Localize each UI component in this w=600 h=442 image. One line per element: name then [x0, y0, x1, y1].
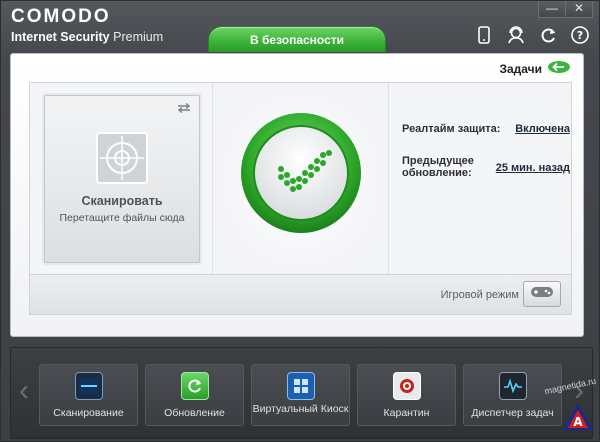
- game-mode-label: Игровой режим: [440, 289, 519, 301]
- task-manager-icon: [498, 372, 527, 400]
- secure-check-icon: [237, 109, 365, 242]
- watermark-logo-icon: A: [561, 402, 595, 437]
- realtime-label: Реалтайм защита:: [402, 123, 501, 135]
- main-panel: Задачи Сканировать Перетащите файлы сюда…: [10, 53, 584, 337]
- comodo-logo: COMODO: [11, 6, 111, 27]
- product-name-edition: Premium: [113, 30, 164, 44]
- task-dock: ‹ Сканирование Обновление Виртуальный Ки…: [10, 347, 593, 439]
- phone-icon[interactable]: [473, 24, 495, 46]
- dock-tile-label: Карантин: [383, 407, 430, 419]
- brand: COMODO Internet Security Premium: [11, 7, 163, 45]
- close-button[interactable]: ✕: [565, 1, 593, 18]
- app-window: COMODO Internet Security Premium — ✕ ? В…: [0, 0, 600, 442]
- dock-tile-label: Обновление: [164, 407, 225, 419]
- top-toolbar: ?: [473, 24, 591, 46]
- last-update-row: Предыдущее обновление: 25 мин. назад: [402, 155, 570, 179]
- game-mode-bar: Игровой режим: [30, 274, 571, 314]
- minimize-button[interactable]: —: [538, 1, 566, 18]
- window-controls: — ✕: [538, 1, 593, 18]
- scan-icon: [74, 372, 103, 400]
- security-status-tab[interactable]: В безопасности: [208, 26, 386, 52]
- gamepad-icon: [530, 285, 554, 304]
- product-name: Internet Security Premium: [11, 29, 163, 45]
- refresh-icon[interactable]: [537, 24, 559, 46]
- scan-drop-tile[interactable]: Сканировать Перетащите файлы сюда: [44, 95, 200, 263]
- dock-tile-update[interactable]: Обновление: [145, 364, 244, 426]
- game-mode-toggle-button[interactable]: [523, 281, 561, 307]
- swap-view-icon[interactable]: [175, 100, 193, 118]
- status-indicator-zone: [212, 83, 389, 276]
- update-icon: [180, 372, 209, 400]
- summary-area: Сканировать Перетащите файлы сюда Реалта…: [29, 82, 572, 315]
- realtime-row: Реалтайм защита: Включена: [402, 123, 570, 135]
- dock-scroll-left-icon[interactable]: ‹: [11, 348, 37, 438]
- dock-tiles: Сканирование Обновление Виртуальный Киос…: [39, 364, 562, 426]
- scan-target-icon: [96, 132, 148, 189]
- svg-text:?: ?: [577, 29, 583, 42]
- protection-info: Реалтайм защита: Включена Предыдущее обн…: [402, 123, 570, 179]
- dock-tile-label: Сканирование: [53, 407, 124, 419]
- svg-text:A: A: [573, 415, 583, 429]
- product-name-bold: Internet Security: [11, 30, 110, 44]
- last-update-label: Предыдущее обновление:: [402, 155, 474, 179]
- help-icon[interactable]: ?: [569, 24, 591, 46]
- dock-tile-virtual-kiosk[interactable]: Виртуальный Киоск: [251, 364, 350, 426]
- scan-title: Сканировать: [81, 194, 163, 208]
- tasks-link[interactable]: Задачи: [499, 60, 571, 77]
- realtime-status-link[interactable]: Включена: [515, 123, 570, 135]
- last-update-link[interactable]: 25 мин. назад: [496, 162, 570, 174]
- support-icon[interactable]: [505, 24, 527, 46]
- dock-tile-label: Диспетчер задач: [471, 407, 554, 419]
- kiosk-icon: [286, 372, 315, 400]
- tasks-label: Задачи: [499, 61, 542, 76]
- dock-tile-scan[interactable]: Сканирование: [39, 364, 138, 426]
- dock-tile-label: Виртуальный Киоск: [252, 403, 349, 415]
- tasks-arrow-icon: [547, 60, 571, 77]
- dock-tile-quarantine[interactable]: Карантин: [357, 364, 456, 426]
- quarantine-icon: [392, 372, 421, 400]
- scan-subtitle: Перетащите файлы сюда: [59, 212, 185, 224]
